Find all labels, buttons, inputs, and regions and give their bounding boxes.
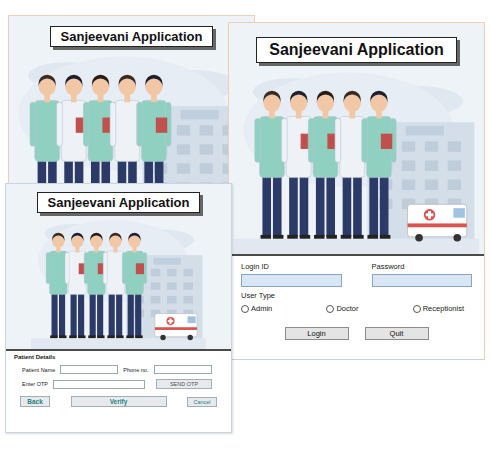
button-row: Back Verify Cancel <box>14 396 223 407</box>
text-input[interactable] <box>241 274 342 287</box>
radio-label: Receptionist <box>423 304 464 313</box>
radio-icon[interactable] <box>413 305 421 313</box>
action-button[interactable]: Login <box>285 327 349 340</box>
radio-icon[interactable] <box>241 305 249 313</box>
radio-label: Doctor <box>336 304 358 313</box>
text-input[interactable] <box>372 274 473 287</box>
text-input[interactable] <box>60 365 118 374</box>
field-label: Patient Name <box>22 367 55 373</box>
user-type-radio[interactable]: Receptionist <box>413 304 464 313</box>
form-row: Patient Name Phone no. <box>14 365 223 374</box>
field-label: Password <box>372 262 473 271</box>
field-label: Login ID <box>241 262 342 271</box>
action-button[interactable]: Back <box>20 396 50 407</box>
login-form: Login ID Password User Type Admin Doctor Rece… <box>229 256 484 359</box>
radio-label: Admin <box>251 304 272 313</box>
app-window: Sanjeevani Application Login ID Password Us… <box>228 22 485 360</box>
doctors-illustration-icon <box>229 63 484 254</box>
user-type-label: User Type <box>241 291 472 300</box>
app-title: Sanjeevani Application <box>256 37 457 63</box>
user-type-group: Admin Doctor Receptionist <box>241 304 472 313</box>
send-otp-button[interactable]: SEND OTP <box>156 379 212 389</box>
user-type-radio[interactable]: Admin <box>241 304 272 313</box>
field-label: Phone no. <box>123 367 149 373</box>
user-type-radio[interactable]: Doctor <box>326 304 358 313</box>
desktop: Sanjeevani ApplicationSanjeevani Applica… <box>0 0 490 450</box>
action-button[interactable]: Cancel <box>187 397 217 407</box>
form-field: Login ID <box>241 262 342 287</box>
app-window: Sanjeevani ApplicationPatient DetailsPat… <box>5 183 232 433</box>
app-title: Sanjeevani Application <box>37 192 201 213</box>
section-title: Patient Details <box>14 354 223 360</box>
form-field: Password <box>372 262 473 287</box>
doctors-illustration-icon <box>6 213 231 349</box>
button-row: Login Quit <box>241 327 472 340</box>
patient-form: Patient Details Patient Name Phone no. Ente… <box>6 351 231 432</box>
text-input[interactable] <box>53 380 145 389</box>
radio-icon[interactable] <box>326 305 334 313</box>
form-row: Enter OTP SEND OTP <box>14 379 223 389</box>
app-title: Sanjeevani Application <box>50 26 214 47</box>
action-button[interactable]: Quit <box>365 327 429 340</box>
text-input[interactable] <box>154 365 212 374</box>
field-label: Enter OTP <box>22 381 48 387</box>
action-button[interactable]: Verify <box>71 396 167 407</box>
splash-header: Sanjeevani Application <box>6 184 231 351</box>
splash-header: Sanjeevani Application <box>229 23 484 256</box>
